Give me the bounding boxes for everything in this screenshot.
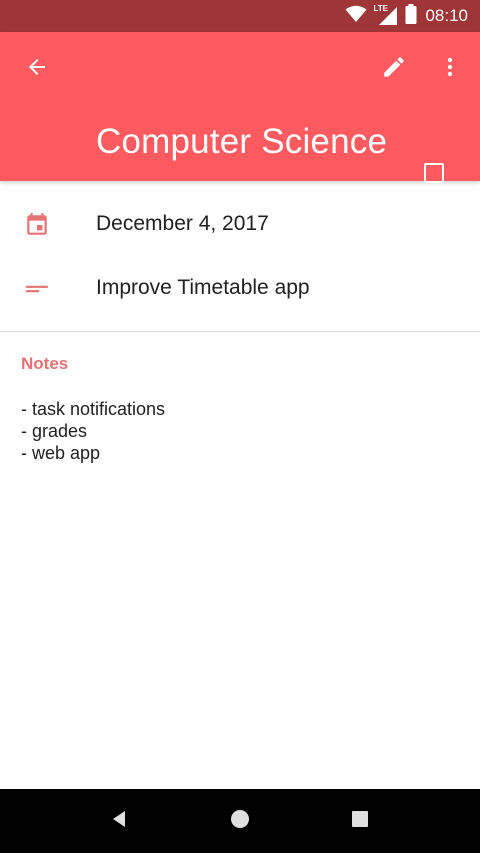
app-bar: Computer Science [0,32,480,183]
calendar-icon [24,212,50,238]
page-title: Computer Science [96,122,388,161]
notes-line: - web app [21,443,101,463]
back-arrow-icon [25,55,49,84]
battery-icon [405,3,417,29]
more-vert-icon [438,55,462,84]
more-options-button[interactable] [426,45,474,93]
status-time: 08:10 [425,6,468,25]
navigation-bar [0,789,480,853]
edit-pencil-icon [381,54,407,85]
notes-line: - task notifications [21,399,166,419]
divider [0,331,480,332]
nav-recents-icon [351,810,369,833]
edit-button[interactable] [370,45,418,93]
nav-home-button[interactable] [220,801,260,841]
date-row: December 4, 2017 [0,192,480,256]
status-bar: LTE 08:10 [0,0,480,32]
wifi-icon [345,5,367,28]
back-button[interactable] [13,45,61,93]
nav-recents-button[interactable] [340,801,380,841]
nav-back-icon [110,809,130,834]
description-value: Improve Timetable app [96,276,310,299]
nav-home-icon [230,809,250,834]
lte-signal-icon: LTE [373,4,399,26]
status-icons: LTE [345,3,417,29]
notes-line: - grades [21,421,88,441]
network-label: LTE [373,4,388,13]
notes-text: - task notifications - grades - web app [21,398,165,464]
nav-back-button[interactable] [100,801,140,841]
completed-checkbox[interactable] [424,163,444,183]
date-value: December 4, 2017 [96,212,269,235]
notes-label: Notes [21,354,69,373]
description-row: Improve Timetable app [0,256,480,320]
short-text-icon [24,276,50,302]
